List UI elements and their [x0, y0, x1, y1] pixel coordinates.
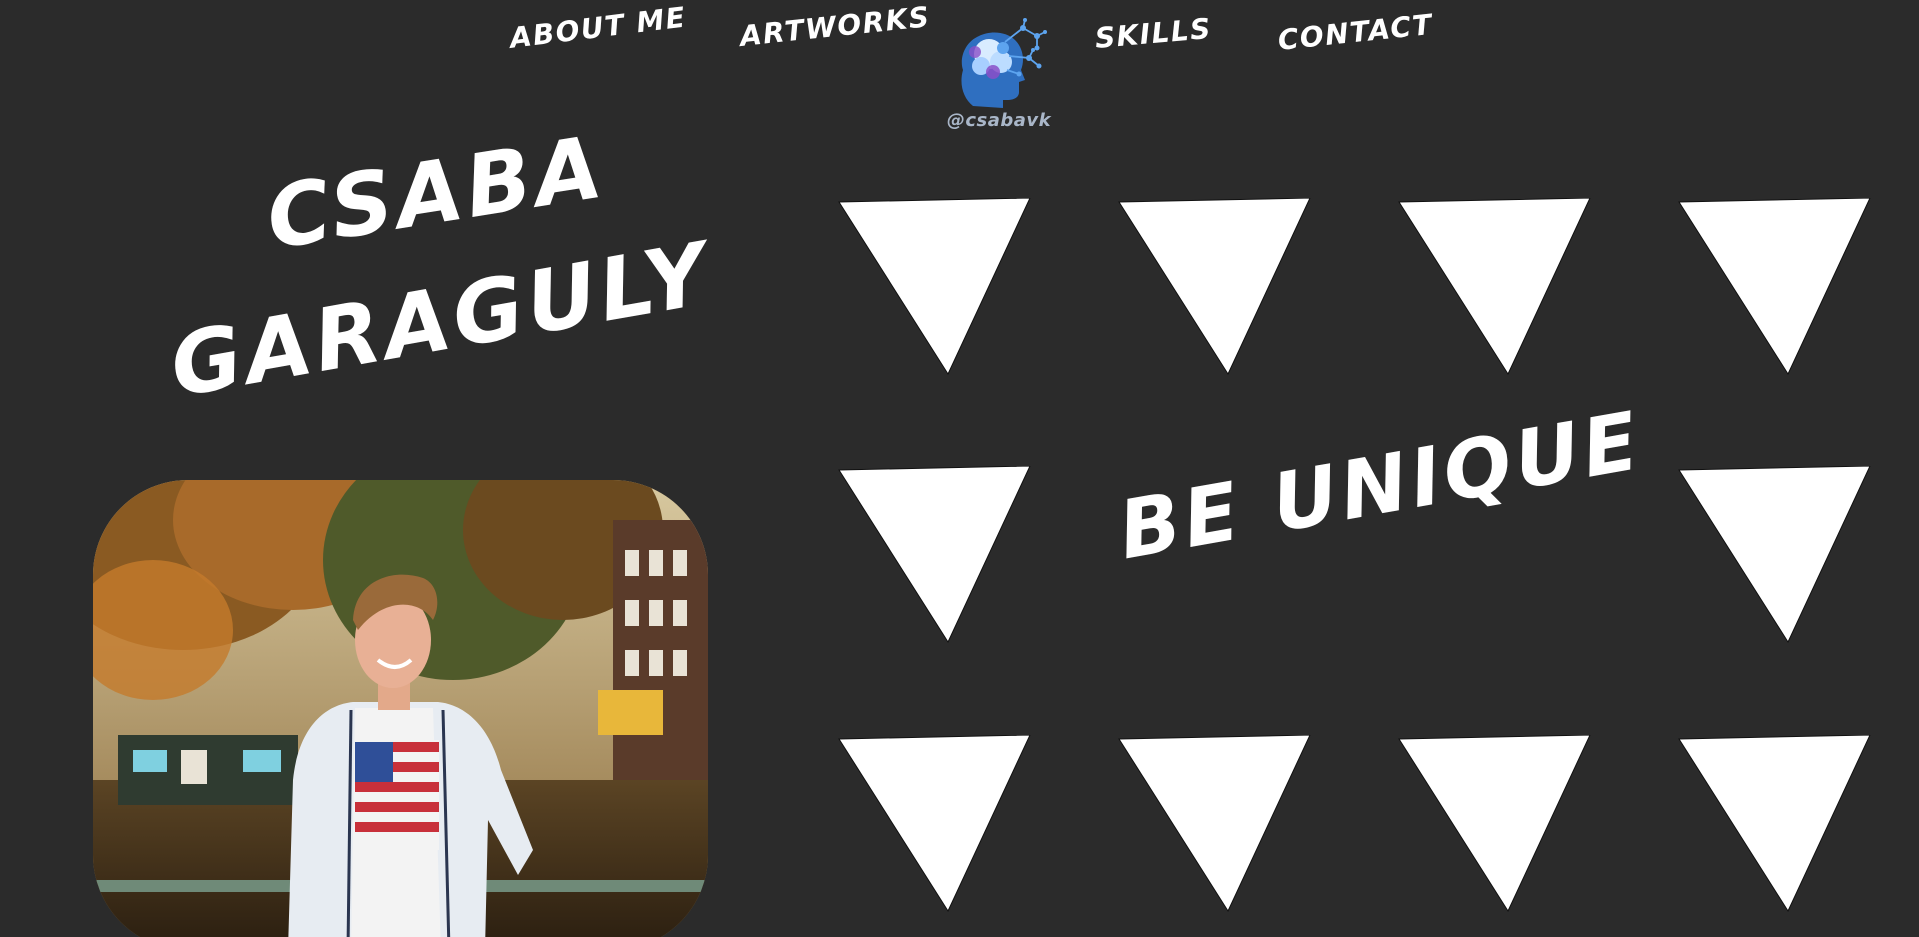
- nav-contact-link[interactable]: Contact: [1276, 8, 1434, 57]
- logo-link[interactable]: @csabavk: [945, 18, 1053, 131]
- triangle-decoration: [1397, 198, 1592, 376]
- brain-network-head-icon: [961, 18, 1047, 108]
- triangle-decoration: [837, 198, 1032, 376]
- portfolio-page: About me Artworks: [0, 0, 1919, 937]
- triangle-decoration: [1117, 735, 1312, 913]
- hero-last-name: Garaguly: [163, 223, 719, 418]
- hero-first-name: Csaba: [260, 117, 613, 270]
- triangle-decoration: [1677, 198, 1872, 376]
- nav-skills-link[interactable]: Skills: [1094, 12, 1214, 55]
- logo-caption: @csabavk: [946, 110, 1052, 131]
- triangle-decoration: [1117, 198, 1312, 376]
- slogan-text: Be unique: [1111, 393, 1649, 578]
- triangle-decoration: [1397, 735, 1592, 913]
- nav-artworks-link[interactable]: Artworks: [738, 0, 932, 53]
- triangle-decoration: [837, 466, 1032, 644]
- nav-about-me-link[interactable]: About me: [508, 1, 688, 55]
- triangle-decoration: [1677, 735, 1872, 913]
- profile-photo: [93, 480, 708, 937]
- triangle-decoration: [1677, 466, 1872, 644]
- triangle-decoration: [837, 735, 1032, 913]
